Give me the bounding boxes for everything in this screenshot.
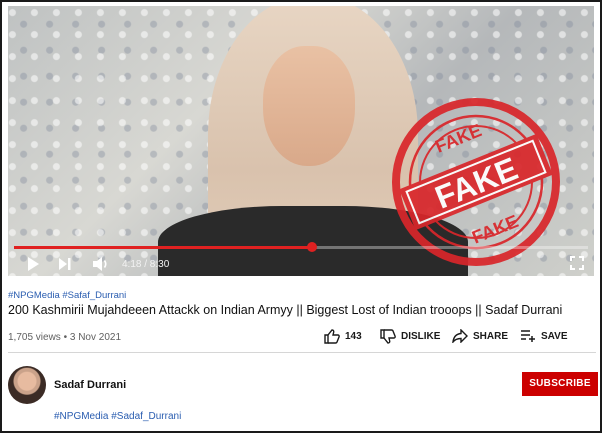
description-hashtags[interactable]: #NPGMedia #Sadaf_Durrani <box>54 411 181 422</box>
share-icon <box>452 329 468 343</box>
video-hashtags[interactable]: #NPGMedia #Safaf_Durrani <box>8 290 126 301</box>
player-controls: 4:18 / 8:30 <box>14 254 588 276</box>
time-display: 4:18 / 8:30 <box>122 259 170 270</box>
volume-icon[interactable] <box>92 256 110 276</box>
svg-text:FAKE: FAKE <box>469 211 521 248</box>
progress-bar[interactable] <box>14 242 588 252</box>
save-label: SAVE <box>541 330 568 342</box>
channel-name[interactable]: Sadaf Durrani <box>54 379 126 391</box>
fake-stamp-icon: FAKE FAKE FAKE <box>392 97 560 266</box>
thumbs-up-icon <box>324 329 340 344</box>
dislike-label: DISLIKE <box>401 331 441 342</box>
save-to-playlist-icon <box>521 330 535 342</box>
like-count: 143 <box>345 331 362 342</box>
view-count-date: 1,705 views • 3 Nov 2021 <box>8 332 122 343</box>
face <box>263 46 355 166</box>
progress-played <box>14 246 313 249</box>
divider <box>8 352 596 353</box>
video-title: 200 Kashmirii Mujahdeeen Attackk on Indi… <box>8 303 563 317</box>
video-player[interactable]: FAKE FAKE FAKE 4:18 / 8:30 <box>8 6 594 276</box>
channel-avatar[interactable] <box>8 366 46 404</box>
play-icon[interactable] <box>26 256 40 276</box>
save-button[interactable]: SAVE <box>520 329 568 343</box>
youtube-watch-page: FAKE FAKE FAKE 4:18 / 8:30 #NPGMedia #Sa… <box>0 0 602 433</box>
skip-next-icon[interactable] <box>58 256 72 276</box>
dislike-button[interactable]: DISLIKE <box>380 329 440 344</box>
thumbs-down-icon <box>380 329 396 344</box>
like-button[interactable]: 143 <box>324 329 362 344</box>
subscribe-button[interactable]: SUBSCRIBE <box>522 372 598 396</box>
share-button[interactable]: SHARE <box>452 329 508 343</box>
fullscreen-icon[interactable] <box>570 256 584 275</box>
share-label: SHARE <box>473 330 509 342</box>
